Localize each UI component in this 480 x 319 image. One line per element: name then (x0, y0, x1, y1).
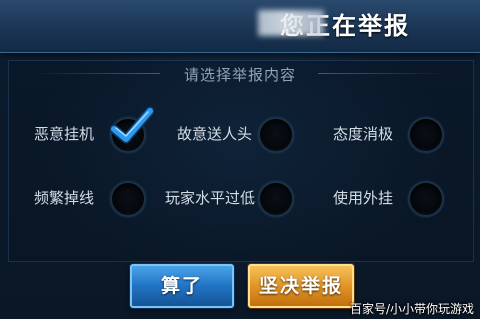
option-label-disconnect: 频繁掉线 (34, 189, 95, 207)
options-panel (8, 60, 474, 262)
dialog-title: 您正在举报 (280, 12, 410, 40)
option-label-low-skill: 玩家水平过低 (165, 189, 256, 207)
checkmark-icon (110, 106, 154, 144)
dialog-subtitle: 请选择举报内容 (183, 66, 296, 84)
option-label-afk: 恶意挂机 (34, 125, 95, 143)
watermark: 百家号/小小带你玩游戏 (349, 302, 474, 316)
option-radio-afk[interactable] (110, 106, 154, 153)
option-radio-feeding[interactable] (258, 117, 294, 153)
option-label-negative: 态度消极 (333, 125, 394, 143)
cancel-button[interactable]: 算了 (130, 264, 234, 308)
title-bar: 您正在举报 (0, 0, 480, 53)
option-radio-low-skill[interactable] (258, 181, 294, 217)
option-radio-negative[interactable] (408, 117, 444, 153)
subtitle-divider-right (318, 73, 448, 74)
report-dialog: 您正在举报 请选择举报内容 恶意挂机 故意送人头 态度消极 频繁掉线 玩家水平过… (0, 0, 480, 319)
option-label-cheating: 使用外挂 (333, 189, 394, 207)
option-label-feeding: 故意送人头 (177, 125, 253, 143)
option-radio-cheating[interactable] (408, 181, 444, 217)
blurred-player-name (258, 10, 324, 36)
confirm-report-button[interactable]: 坚决举报 (248, 264, 354, 308)
option-radio-disconnect[interactable] (110, 181, 146, 217)
